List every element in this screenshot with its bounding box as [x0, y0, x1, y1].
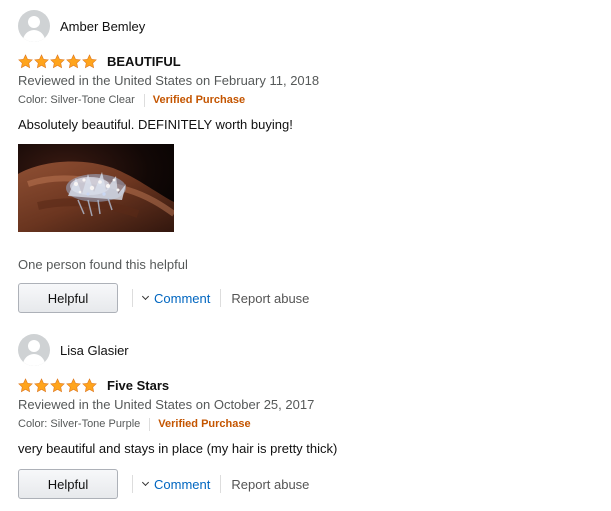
star-rating[interactable]	[18, 53, 97, 69]
review-body: very beautiful and stays in place (my ha…	[18, 441, 338, 456]
review-title[interactable]: Five Stars	[107, 378, 169, 393]
reviewer-profile[interactable]: Lisa Glasier	[18, 334, 598, 366]
star-icon	[66, 53, 81, 68]
star-rating[interactable]	[18, 377, 97, 393]
helpful-button[interactable]: Helpful	[18, 469, 118, 499]
divider	[132, 289, 133, 307]
review-date: Reviewed in the United States on October…	[18, 397, 315, 412]
review-date: Reviewed in the United States on Februar…	[18, 73, 320, 88]
review-title[interactable]: BEAUTIFUL	[107, 54, 181, 69]
review-card: Amber Bemley BEAUTIFUL Reviewed in the U…	[18, 10, 598, 313]
variant-label[interactable]: Color: Silver-Tone Clear	[18, 93, 135, 108]
divider	[149, 418, 151, 431]
review-body: Absolutely beautiful. DEFINITELY worth b…	[18, 117, 293, 132]
variant-label[interactable]: Color: Silver-Tone Purple	[18, 417, 140, 432]
review-actions: Helpful Comment Report abuse	[18, 469, 598, 499]
reviewer-profile[interactable]: Amber Bemley	[18, 10, 598, 42]
avatar[interactable]	[18, 10, 50, 42]
star-icon	[66, 377, 81, 392]
review-card: Lisa Glasier Five Stars Reviewed in the …	[18, 334, 598, 499]
chevron-down-icon	[141, 292, 150, 301]
star-icon	[50, 377, 65, 392]
divider	[132, 475, 133, 493]
reviewer-name[interactable]: Amber Bemley	[60, 19, 145, 34]
star-icon	[34, 377, 49, 392]
verified-purchase-badge[interactable]: Verified Purchase	[158, 417, 250, 432]
report-abuse-link[interactable]: Report abuse	[231, 477, 309, 492]
review-photo[interactable]	[18, 144, 174, 232]
divider	[220, 289, 222, 307]
star-icon	[34, 53, 49, 68]
star-icon	[18, 377, 33, 392]
chevron-down-icon	[141, 478, 150, 487]
star-icon	[50, 53, 65, 68]
report-abuse-link[interactable]: Report abuse	[231, 291, 309, 306]
star-icon	[18, 53, 33, 68]
avatar[interactable]	[18, 334, 50, 366]
star-icon	[82, 53, 97, 68]
verified-purchase-badge[interactable]: Verified Purchase	[153, 93, 245, 108]
helpful-count: One person found this helpful	[18, 257, 188, 272]
star-icon	[82, 377, 97, 392]
helpful-button[interactable]: Helpful	[18, 283, 118, 313]
divider	[220, 475, 222, 493]
review-actions: Helpful Comment Report abuse	[18, 283, 598, 313]
reviewer-name[interactable]: Lisa Glasier	[60, 343, 129, 358]
divider	[143, 94, 145, 107]
comment-link[interactable]: Comment	[141, 477, 210, 492]
comment-link[interactable]: Comment	[141, 291, 210, 306]
comment-label: Comment	[154, 290, 211, 306]
comment-label: Comment	[154, 476, 211, 492]
